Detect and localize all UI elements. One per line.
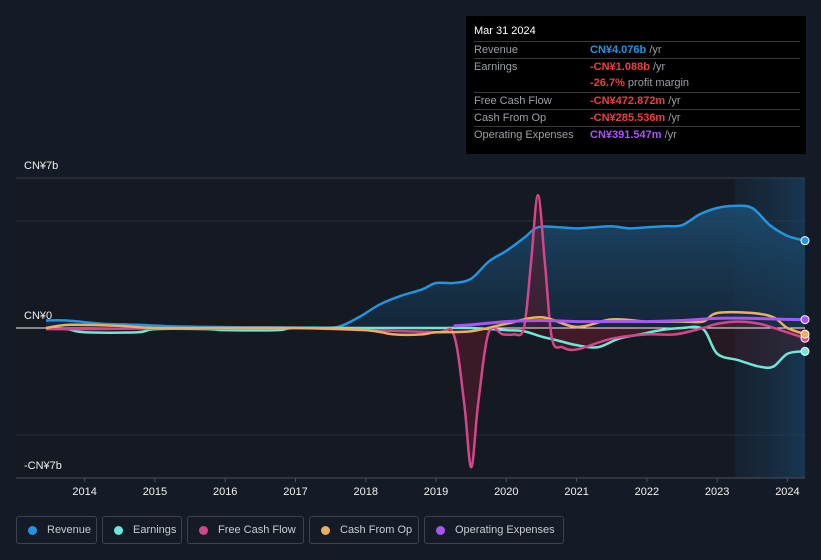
- tooltip-row-value: -CN¥1.088b /yr: [590, 61, 665, 73]
- x-tick-label: 2014: [72, 486, 96, 498]
- x-tick-label: 2024: [775, 486, 799, 498]
- x-tick-label: 2023: [705, 486, 729, 498]
- legend-item-earnings[interactable]: Earnings: [102, 516, 182, 544]
- tooltip-suffix: profit margin: [624, 77, 690, 89]
- tooltip-value: -CN¥472.872m: [590, 95, 666, 107]
- legend-label: Revenue: [47, 524, 92, 536]
- tooltip-row: Free Cash Flow -CN¥472.872m /yr: [474, 92, 800, 110]
- x-tick-label: 2022: [635, 486, 659, 498]
- tooltip-row: Operating Expenses CN¥391.547m /yr: [474, 126, 800, 144]
- tooltip-suffix: /yr: [649, 61, 666, 73]
- legend-dot-icon: [28, 525, 37, 535]
- tooltip-suffix: /yr: [661, 129, 677, 141]
- tooltip-row-label: Free Cash Flow: [474, 95, 552, 107]
- x-tick-label: 2017: [283, 486, 307, 498]
- tooltip-row: Revenue CN¥4.076b /yr: [474, 41, 800, 59]
- legend-item-operating-expenses[interactable]: Operating Expenses: [424, 516, 564, 544]
- legend-dot-icon: [436, 525, 445, 535]
- tooltip-suffix: /yr: [665, 112, 681, 124]
- legend-item-cash-from-op[interactable]: Cash From Op: [309, 516, 419, 544]
- y-tick-label-bottom: -CN¥7b: [24, 460, 62, 472]
- data-tooltip: Mar 31 2024 Revenue CN¥4.076b /yr Earnings…: [466, 16, 806, 154]
- tooltip-row-value: -26.7% profit margin: [590, 77, 689, 89]
- tooltip-row-value: -CN¥472.872m /yr: [590, 95, 681, 107]
- tooltip-value: -CN¥1.088b: [590, 61, 650, 73]
- y-tick-label-zero: CN¥0: [24, 310, 53, 322]
- series-end-point-earnings: [800, 346, 810, 356]
- tooltip-row-value: CN¥4.076b /yr: [590, 44, 662, 56]
- tooltip-row: Earnings -CN¥1.088b /yr: [474, 58, 800, 76]
- tooltip-date: Mar 31 2024: [474, 25, 536, 37]
- tooltip-suffix: /yr: [646, 44, 662, 56]
- tooltip-suffix: /yr: [665, 95, 681, 107]
- tooltip-row-label: Operating Expenses: [474, 129, 574, 141]
- series-end-point-cash-from-op: [800, 329, 810, 339]
- tooltip-row-label: Earnings: [474, 61, 518, 73]
- tooltip-value: CN¥4.076b: [590, 44, 647, 56]
- x-tick-label: 2020: [494, 486, 518, 498]
- tooltip-value: -CN¥285.536m: [590, 112, 666, 124]
- x-tick-label: 2021: [564, 486, 588, 498]
- tooltip-row: -26.7% profit margin: [474, 75, 800, 92]
- tooltip-value: -26.7%: [590, 77, 625, 89]
- tooltip-value: CN¥391.547m: [590, 129, 662, 141]
- legend-dot-icon: [114, 525, 123, 535]
- x-tick-label: 2019: [424, 486, 448, 498]
- series-end-point-revenue: [800, 236, 810, 246]
- x-tick-label: 2015: [143, 486, 167, 498]
- legend-item-revenue[interactable]: Revenue: [16, 516, 97, 544]
- legend-label: Cash From Op: [340, 524, 413, 536]
- tooltip-row-value: -CN¥285.536m /yr: [590, 112, 681, 124]
- tooltip-row-value: CN¥391.547m /yr: [590, 129, 677, 141]
- legend-label: Earnings: [133, 524, 177, 536]
- legend-dot-icon: [321, 525, 330, 535]
- tooltip-row: Cash From Op -CN¥285.536m /yr: [474, 109, 800, 127]
- legend-dot-icon: [199, 525, 208, 535]
- x-tick-label: 2018: [354, 486, 378, 498]
- legend-label: Operating Expenses: [455, 524, 555, 536]
- series-end-point-operating-expenses: [800, 315, 810, 325]
- legend-label: Free Cash Flow: [218, 524, 296, 536]
- tooltip-row-label: Cash From Op: [474, 112, 547, 124]
- x-tick-label: 2016: [213, 486, 237, 498]
- legend-item-free-cash-flow[interactable]: Free Cash Flow: [187, 516, 304, 544]
- tooltip-row-label: Revenue: [474, 44, 519, 56]
- y-tick-label-top: CN¥7b: [24, 160, 59, 172]
